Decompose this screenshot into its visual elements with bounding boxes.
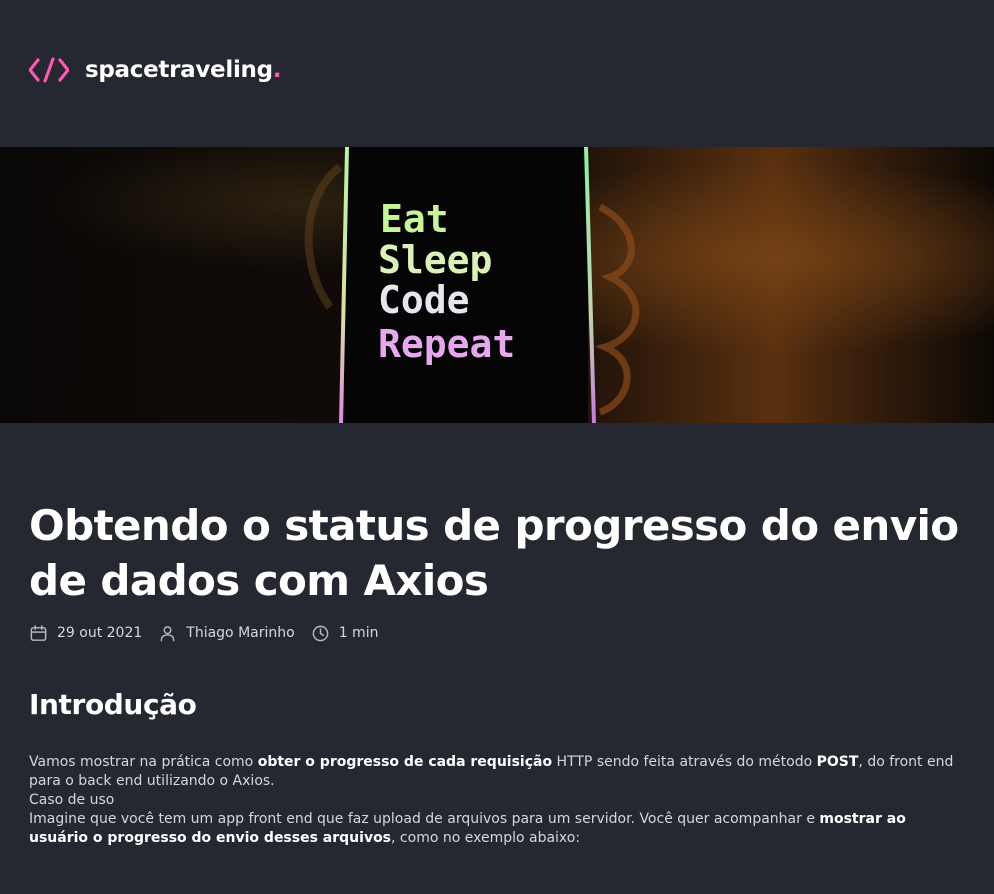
post-author: Thiago Marinho bbox=[158, 624, 295, 643]
paragraph-intro: Vamos mostrar na prática como obter o pr… bbox=[29, 753, 969, 791]
brand-dot: . bbox=[272, 57, 282, 83]
svg-text:Repeat: Repeat bbox=[378, 322, 515, 366]
post-content: Vamos mostrar na prática como obter o pr… bbox=[29, 753, 969, 848]
text-run: Imagine que você tem um app front end qu… bbox=[29, 811, 820, 827]
post-date-text: 29 out 2021 bbox=[57, 625, 143, 641]
bold-text: obter o progresso de cada requisição bbox=[257, 754, 553, 770]
clock-icon bbox=[312, 625, 329, 641]
text-run: Vamos mostrar na prática como bbox=[29, 754, 258, 770]
post-title: Obtendo o status de progresso do envio d… bbox=[29, 501, 959, 605]
user-icon bbox=[160, 625, 175, 641]
code-brackets-icon bbox=[29, 57, 69, 83]
logo-link[interactable]: spacetraveling. bbox=[29, 55, 282, 85]
calendar-icon bbox=[30, 624, 47, 641]
post-reading-time: 1 min bbox=[311, 624, 379, 643]
text-run: , como no exemplo abaixo: bbox=[391, 830, 581, 846]
post-banner-image: Eat Sleep Code Repeat bbox=[0, 147, 994, 423]
paragraph-use-case: Caso de uso bbox=[29, 792, 115, 808]
section-heading: Introdução bbox=[29, 688, 197, 721]
post-meta: 29 out 2021 Thiago Marinho 1 min bbox=[29, 622, 394, 644]
paragraph-example: Imagine que você tem um app front end qu… bbox=[29, 810, 969, 848]
svg-text:Eat: Eat bbox=[380, 197, 449, 241]
post-author-text: Thiago Marinho bbox=[186, 625, 295, 641]
post-reading-time-text: 1 min bbox=[338, 625, 379, 641]
text-run: HTTP sendo feita através do método bbox=[552, 754, 817, 770]
brand-name: spacetraveling bbox=[85, 57, 273, 83]
bold-text: POST bbox=[816, 754, 859, 770]
post-date: 29 out 2021 bbox=[29, 624, 142, 643]
site-header: spacetraveling. bbox=[29, 55, 282, 85]
svg-text:Sleep: Sleep bbox=[378, 238, 492, 282]
svg-text:Code: Code bbox=[378, 278, 470, 322]
